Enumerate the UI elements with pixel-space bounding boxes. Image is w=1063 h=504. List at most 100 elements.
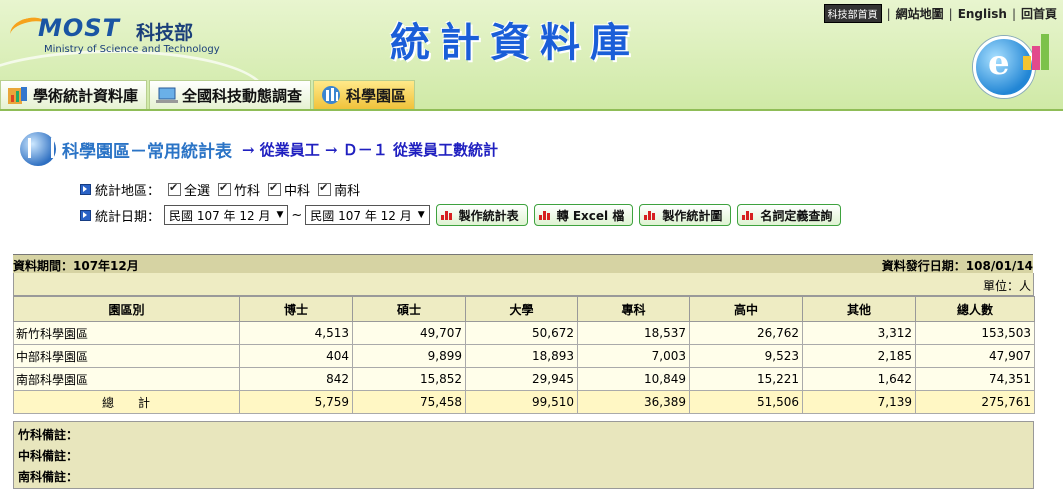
logo-cn: 科技部 bbox=[136, 22, 194, 44]
column-header: 專科 bbox=[577, 296, 690, 322]
table-cell: 29,945 bbox=[465, 367, 578, 391]
bar-chart-icon bbox=[1023, 30, 1053, 70]
checkbox-hsinchu[interactable] bbox=[218, 181, 232, 196]
date-label: 統計日期： bbox=[95, 209, 161, 225]
building-globe-icon bbox=[320, 85, 342, 105]
table-cell: 15,221 bbox=[689, 367, 803, 391]
table-cell: 1,642 bbox=[802, 367, 916, 391]
make-chart-button[interactable]: 製作統計圖 bbox=[639, 204, 732, 226]
table-cell: 842 bbox=[239, 367, 353, 391]
export-excel-button[interactable]: 轉 Excel 檔 bbox=[533, 204, 634, 226]
page-title-row: 科學園區－常用統計表 → 從業員工 → Ｄ－１ 從業員工數統計 bbox=[20, 132, 498, 166]
checkbox-southern[interactable] bbox=[318, 181, 332, 196]
column-header: 總人數 bbox=[915, 296, 1035, 322]
table-cell: 5,759 bbox=[239, 390, 353, 414]
table-cell: 新竹科學園區 bbox=[13, 321, 240, 345]
table-row: 中部科學園區 404 9,899 18,893 7,003 9,523 2,18… bbox=[13, 344, 1035, 368]
bullet-arrow-icon bbox=[80, 209, 91, 221]
home-link[interactable]: 回首頁 bbox=[1021, 5, 1057, 22]
date-separator: ~ bbox=[291, 207, 303, 223]
chart-book-icon bbox=[7, 85, 29, 105]
table-cell: 10,849 bbox=[577, 367, 690, 391]
column-header: 博士 bbox=[239, 296, 353, 322]
table-cell: 49,707 bbox=[352, 321, 466, 345]
date-to-select[interactable]: 民國 107 年 12 月 ▼ bbox=[305, 205, 430, 225]
make-table-button[interactable]: 製作統計表 bbox=[435, 204, 528, 226]
tab-label: 科學園區 bbox=[346, 86, 407, 105]
table-cell: 7,003 bbox=[577, 344, 690, 368]
table-cell: 4,513 bbox=[239, 321, 353, 345]
breadcrumb: → 從業員工 → Ｄ－１ 從業員工數統計 bbox=[242, 140, 499, 159]
table-cell: 9,899 bbox=[352, 344, 466, 368]
table-total-row: 總 計 5,759 75,458 99,510 36,389 51,506 7,… bbox=[13, 390, 1035, 414]
table-cell: 36,389 bbox=[577, 390, 690, 414]
site-title: 統計資料庫 bbox=[390, 19, 640, 66]
employee-stats-table: 園區別 博士 碩士 大學 專科 高中 其他 總人數 新竹科學園區 4,513 4… bbox=[13, 296, 1035, 414]
header-divider bbox=[0, 109, 1063, 111]
bar-chart-icon bbox=[742, 210, 754, 220]
bar-chart-icon bbox=[440, 210, 453, 220]
southern-note: 南科備註： bbox=[18, 470, 79, 484]
definition-query-button[interactable]: 名詞定義查詢 bbox=[737, 204, 842, 226]
date-to-value: 民國 107 年 12 月 bbox=[310, 208, 412, 223]
column-header: 其他 bbox=[802, 296, 916, 322]
button-label: 製作統計表 bbox=[458, 208, 519, 223]
link-separator: | bbox=[886, 6, 891, 21]
checkbox-all[interactable] bbox=[168, 181, 182, 196]
tab-science-park[interactable]: 科學園區 bbox=[313, 80, 416, 109]
table-cell: 南部科學園區 bbox=[13, 367, 240, 391]
checkbox-label: 竹科 bbox=[234, 184, 261, 199]
data-period-bar: 資料期間：107年12月 資料發行日期：108/01/14 bbox=[13, 254, 1033, 274]
table-cell: 2,185 bbox=[802, 344, 916, 368]
unit-row: 單位：人 bbox=[13, 273, 1034, 296]
column-header: 高中 bbox=[689, 296, 803, 322]
table-header-row: 園區別 博士 碩士 大學 專科 高中 其他 總人數 bbox=[13, 296, 1035, 322]
column-header: 碩士 bbox=[352, 296, 466, 322]
page-title: 科學園區－常用統計表 bbox=[62, 141, 232, 162]
main-tabs: 學術統計資料庫 全國科技動態調查 科學園區 bbox=[0, 79, 417, 109]
region-label: 統計地區： bbox=[95, 184, 161, 199]
table-cell: 7,139 bbox=[802, 390, 916, 414]
hsinchu-note: 竹科備註： bbox=[18, 428, 79, 442]
table-cell: 18,537 bbox=[577, 321, 690, 345]
data-period: 資料期間：107年12月 bbox=[13, 259, 139, 273]
link-separator: | bbox=[948, 6, 953, 21]
top-links: 科技部首頁 | 網站地圖 | English | 回首頁 bbox=[823, 4, 1057, 23]
most-home-link[interactable]: 科技部首頁 bbox=[823, 4, 882, 23]
bullet-arrow-icon bbox=[80, 184, 91, 195]
unit-label: 單位：人 bbox=[982, 279, 1031, 293]
table-cell: 中部科學園區 bbox=[13, 344, 240, 368]
table-cell: 26,762 bbox=[689, 321, 803, 345]
table-row: 新竹科學園區 4,513 49,707 50,672 18,537 26,762… bbox=[13, 321, 1035, 345]
english-link[interactable]: English bbox=[958, 7, 1007, 21]
notes-panel: 竹科備註： 中科備註： 南科備註： bbox=[13, 421, 1034, 489]
logo-brand: MOST bbox=[38, 14, 120, 42]
tab-label: 全國科技動態調查 bbox=[182, 86, 303, 105]
date-from-select[interactable]: 民國 107 年 12 月 ▼ bbox=[164, 205, 289, 225]
table-cell: 153,503 bbox=[915, 321, 1035, 345]
tab-national-survey[interactable]: 全國科技動態調查 bbox=[149, 80, 312, 109]
tab-academic-stats[interactable]: 學術統計資料庫 bbox=[0, 80, 148, 109]
table-cell: 15,852 bbox=[352, 367, 466, 391]
table-cell: 74,351 bbox=[915, 367, 1035, 391]
science-park-globe-icon bbox=[20, 132, 56, 166]
column-header: 園區別 bbox=[13, 296, 240, 322]
checkbox-label: 全選 bbox=[184, 184, 211, 199]
dropdown-arrow-icon: ▼ bbox=[417, 210, 425, 220]
table-cell: 275,761 bbox=[915, 390, 1035, 414]
central-note: 中科備註： bbox=[18, 449, 79, 463]
checkbox-central[interactable] bbox=[268, 181, 282, 196]
most-logo[interactable]: MOST 科技部 Ministry of Science and Technol… bbox=[7, 12, 220, 62]
date-from-value: 民國 107 年 12 月 bbox=[169, 208, 271, 223]
sitemap-link[interactable]: 網站地圖 bbox=[896, 5, 944, 22]
laptop-icon bbox=[156, 85, 179, 105]
link-separator: | bbox=[1011, 6, 1016, 21]
button-label: 製作統計圖 bbox=[662, 208, 723, 223]
dropdown-arrow-icon: ▼ bbox=[276, 210, 284, 220]
button-label: 名詞定義查詢 bbox=[760, 208, 833, 223]
table-cell: 9,523 bbox=[689, 344, 803, 368]
table-cell: 51,506 bbox=[689, 390, 803, 414]
tab-label: 學術統計資料庫 bbox=[33, 86, 139, 105]
table-cell: 總 計 bbox=[13, 390, 240, 414]
checkbox-label: 南科 bbox=[334, 184, 361, 199]
